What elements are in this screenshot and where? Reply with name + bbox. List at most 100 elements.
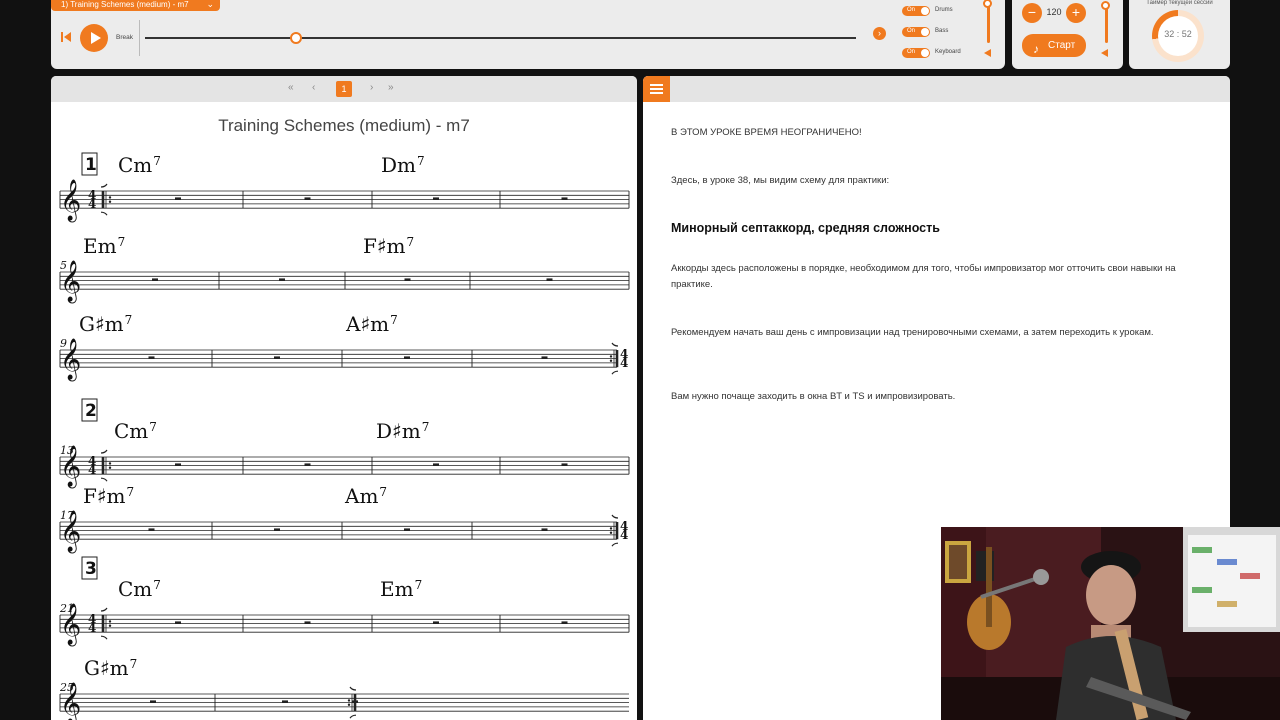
lesson-paragraph-1: Аккорды здесь расположены в порядке, нео… xyxy=(671,263,1176,290)
menu-icon xyxy=(650,88,663,90)
toggle-state: On xyxy=(907,7,916,13)
chord-extension: 7 xyxy=(407,235,415,249)
prev-page-button[interactable]: ‹ xyxy=(312,82,315,93)
chord-symbol: A♯m xyxy=(345,312,389,336)
repeat-bracket xyxy=(100,183,108,188)
speaker-icon xyxy=(984,49,991,57)
menu-button[interactable] xyxy=(643,76,670,102)
next-button[interactable]: › xyxy=(873,27,886,40)
track-select[interactable]: 1) Training Schemes (medium) - m7 ⌄ xyxy=(51,0,220,11)
volume-slider[interactable] xyxy=(987,3,990,43)
repeat-dot xyxy=(347,699,351,702)
whole-rest xyxy=(148,528,155,531)
lesson-intro: Здесь, в уроке 38, мы видим схему для пр… xyxy=(671,175,890,186)
metronome-icon: ♪ xyxy=(1033,42,1039,56)
play-button[interactable] xyxy=(80,24,108,52)
break-label: Break xyxy=(116,34,133,41)
webcam-video xyxy=(941,527,1280,720)
toggle-knob xyxy=(921,49,929,57)
rehearsal-mark: 2 xyxy=(85,401,97,421)
tempo-minus-button[interactable]: − xyxy=(1022,3,1042,23)
time-signature: 4 xyxy=(620,356,628,370)
progress-handle[interactable] xyxy=(290,32,302,44)
whole-rest xyxy=(404,356,410,359)
speaker-icon xyxy=(1101,49,1108,57)
chord-extension: 7 xyxy=(149,420,157,434)
start-label: Старт xyxy=(1048,40,1076,51)
whole-rest xyxy=(304,463,311,466)
whole-rest xyxy=(404,528,410,531)
whole-rest xyxy=(304,197,311,200)
chord-extension: 7 xyxy=(153,154,161,168)
chord-extension: 7 xyxy=(417,154,425,168)
timer-value: 32 : 52 xyxy=(1164,29,1192,39)
keyboard-toggle[interactable]: On xyxy=(902,48,930,58)
measure-number: 25 xyxy=(59,681,74,694)
next-page-button[interactable]: › xyxy=(370,82,373,93)
measure-number: 21 xyxy=(59,602,74,615)
menu-icon xyxy=(650,92,663,94)
chord-symbol: G♯m xyxy=(79,312,124,336)
chord-extension: 7 xyxy=(379,485,387,499)
bass-toggle-row: On Bass xyxy=(902,27,992,38)
chord-extension: 7 xyxy=(153,578,161,592)
treble-clef: 𝄞 xyxy=(60,179,81,222)
start-button[interactable]: ♪ Старт xyxy=(1022,34,1086,57)
time-signature: 4 xyxy=(88,463,96,477)
repeat-bracket xyxy=(349,714,357,719)
time-signature: 4 xyxy=(620,528,628,542)
measure-number: 13 xyxy=(60,444,74,457)
metronome-volume-handle[interactable] xyxy=(1101,1,1110,10)
chord-symbol: D♯m xyxy=(376,419,421,443)
progress-track[interactable] xyxy=(145,37,856,39)
lesson-toolbar xyxy=(643,76,1230,102)
first-page-button[interactable]: « xyxy=(288,82,294,93)
whole-rest xyxy=(546,278,553,281)
repeat-bracket xyxy=(611,342,619,347)
whole-rest xyxy=(433,621,439,624)
divider xyxy=(139,20,140,56)
chord-extension: 7 xyxy=(130,657,138,671)
repeat-bracket xyxy=(100,449,108,454)
chord-extension: 7 xyxy=(415,578,423,592)
tempo-plus-button[interactable]: + xyxy=(1066,3,1086,23)
toggle-knob xyxy=(921,28,929,36)
sheet-music: 𝄞 441 Cm 7 Dm 7𝄞5Em 7 F♯m 7𝄞 449G♯m 7 A♯m 7𝄞 44132Cm 7… xyxy=(59,152,630,720)
toggle-state: On xyxy=(907,28,916,34)
drums-label: Drums xyxy=(935,7,953,13)
score-panel: « ‹ 1 › » Training Schemes (medium) - m7… xyxy=(51,76,637,720)
lesson-heading: Минорный септаккорд, средняя сложность xyxy=(671,221,940,235)
whole-rest xyxy=(175,621,181,624)
chord-extension: 7 xyxy=(118,235,126,249)
bpm-value[interactable]: 120 xyxy=(1045,7,1063,17)
chord-extension: 7 xyxy=(125,313,133,327)
repeat-bracket xyxy=(611,514,619,519)
chord-symbol: Dm xyxy=(381,153,416,177)
chord-symbol: Em xyxy=(380,577,414,601)
chord-symbol: Am xyxy=(344,484,378,508)
current-page[interactable]: 1 xyxy=(336,81,352,97)
last-page-button[interactable]: » xyxy=(388,82,394,93)
whole-rest xyxy=(274,528,280,531)
tempo-panel: − 120 + ♪ Старт xyxy=(1012,0,1123,69)
repeat-dot xyxy=(108,624,112,627)
whole-rest xyxy=(148,356,155,359)
whole-rest xyxy=(304,621,311,624)
repeat-dot xyxy=(108,196,112,199)
time-signature: 4 xyxy=(88,621,96,635)
timer-title: Таймер текущей сессии xyxy=(1146,0,1213,6)
whole-rest xyxy=(152,278,158,281)
measure-number: 17 xyxy=(60,509,74,522)
keyboard-toggle-row: On Keyboard xyxy=(902,48,992,59)
drums-toggle[interactable]: On xyxy=(902,6,930,16)
repeat-dot xyxy=(108,620,112,623)
whole-rest xyxy=(282,700,288,703)
repeat-dot xyxy=(347,703,351,706)
repeat-bracket xyxy=(349,686,357,691)
metronome-volume-slider[interactable] xyxy=(1105,5,1108,43)
repeat-dot xyxy=(609,355,613,358)
skip-back-icon[interactable] xyxy=(61,31,71,43)
whole-rest xyxy=(541,528,548,531)
bass-toggle[interactable]: On xyxy=(902,27,930,37)
repeat-bracket xyxy=(611,542,619,547)
